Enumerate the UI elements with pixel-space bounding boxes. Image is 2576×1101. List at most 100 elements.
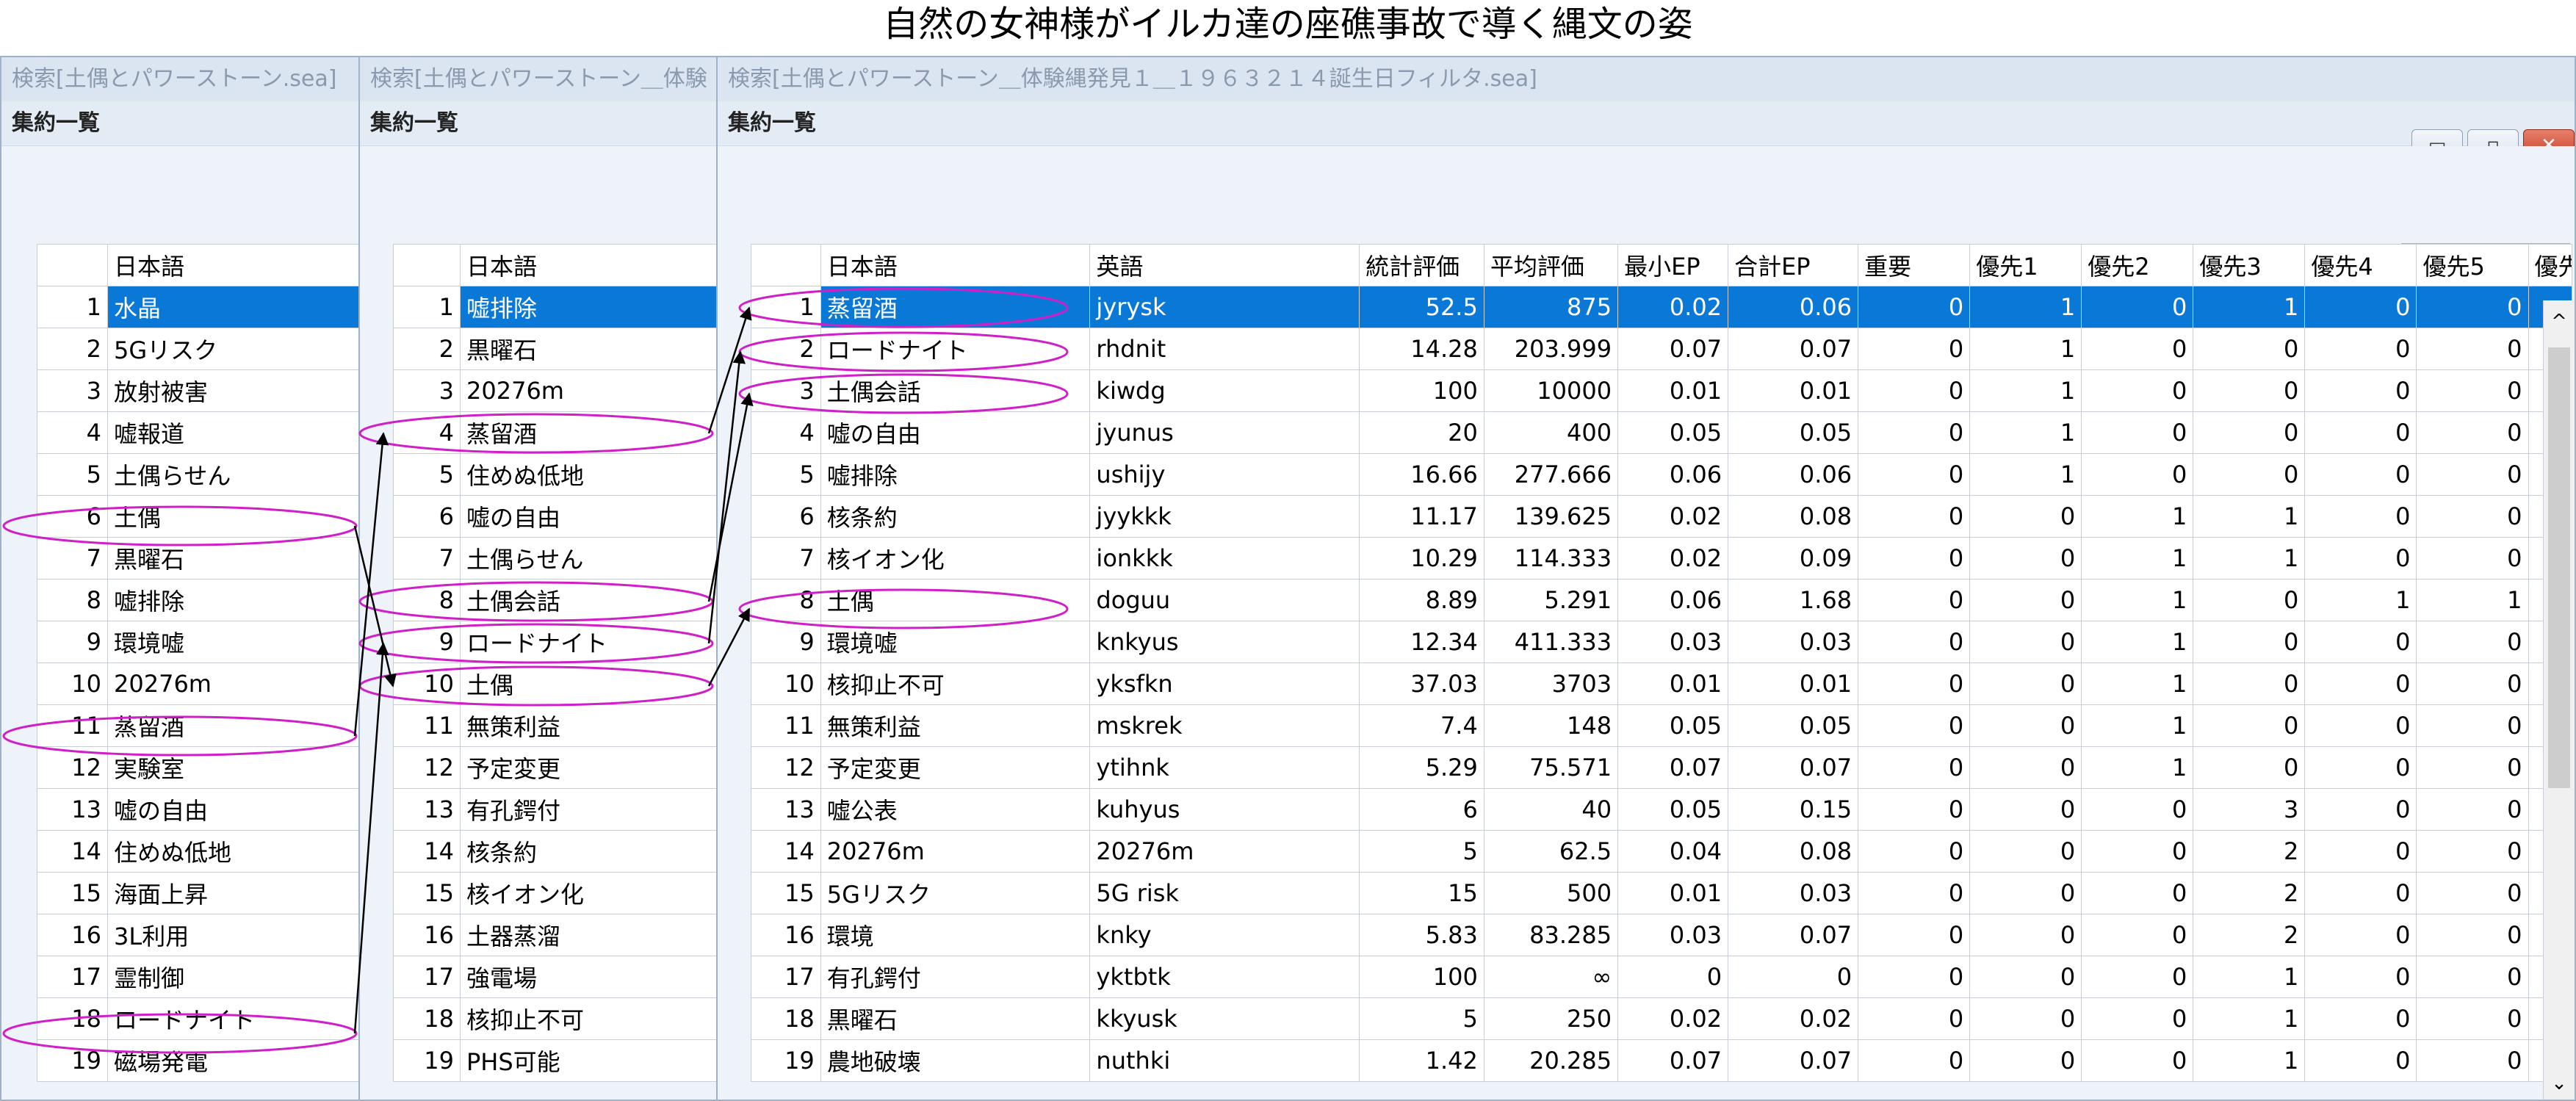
cell-japanese[interactable]: ロードナイト [460,621,717,663]
table-cell[interactable]: 0 [2081,328,2194,370]
scrollbar-thumb[interactable] [2548,347,2570,788]
table-cell[interactable]: 0 [1969,621,2082,663]
table-cell[interactable]: 0 [2416,537,2529,580]
table-row[interactable]: 14 住めぬ低地 [37,830,358,873]
table-cell[interactable]: 0 [2193,411,2306,454]
table-cell[interactable]: 8.89 [1359,579,1484,621]
table-cell[interactable]: ∞ [1483,956,1619,998]
table-cell[interactable]: 0 [1969,663,2082,705]
cell-japanese[interactable]: 住めぬ低地 [460,453,717,496]
table-cell[interactable]: 1 [2081,746,2194,789]
table-row[interactable]: 10 核抑止不可 yksfkn 37.03 3703 0.01 0.01 0 0 1 0 0 0 [751,663,2573,705]
table-cell[interactable]: 核条約 [820,495,1091,538]
table-row[interactable]: 16 土器蒸溜 [393,914,717,956]
table-cell[interactable]: 11.17 [1359,495,1484,538]
table-cell[interactable]: 蒸留酒 [820,286,1091,328]
table-cell[interactable]: 0 [1858,1039,1971,1082]
table-cell[interactable]: 0 [2416,663,2529,705]
table-cell[interactable]: 0 [1858,369,1971,412]
table-cell[interactable]: kuhyus [1089,788,1360,831]
table-row[interactable]: 15 核イオン化 [393,872,717,914]
table-cell[interactable]: 1.68 [1728,579,1859,621]
column-header[interactable]: 日本語 [820,244,1091,286]
table-row[interactable]: 13 嘘の自由 [37,788,358,831]
cell-japanese[interactable]: 無策利益 [460,704,717,747]
table-row[interactable]: 17 強電場 [393,956,717,998]
table-cell[interactable]: 20 [1359,411,1484,454]
table-cell[interactable]: 3703 [1483,663,1619,705]
cell-japanese[interactable]: 黒曜石 [107,537,358,580]
table-cell[interactable]: 400 [1483,411,1619,454]
table-cell[interactable]: 0 [1969,579,2082,621]
column-header[interactable]: 優先4 [2304,244,2417,286]
table-cell[interactable]: 0.07 [1617,746,1729,789]
table-cell[interactable]: 0 [2304,453,2417,496]
summary-table[interactable]: 日本語英語統計評価平均評価最小EP合計EP重要優先1優先2優先3優先4優先5優先… [751,244,2573,1082]
table-row[interactable]: 17 霊制御 [37,956,358,998]
table-row[interactable]: 5 嘘排除 ushijy 16.66 277.666 0.06 0.06 0 1 0 0 0 0 [751,453,2573,496]
table-cell[interactable]: 0.03 [1728,621,1859,663]
table-cell[interactable]: 0 [1858,537,1971,580]
table-cell[interactable]: 0.06 [1728,453,1859,496]
table-cell[interactable]: 0 [2416,997,2529,1040]
table-cell[interactable]: 0.07 [1728,746,1859,789]
table-row[interactable]: 2 黒曜石 [393,328,717,370]
table-cell[interactable]: 0 [1858,663,1971,705]
table-cell[interactable]: yksfkn [1089,663,1360,705]
table-cell[interactable]: 0 [1969,914,2082,956]
table-cell[interactable]: 0 [2304,495,2417,538]
table-cell[interactable]: doguu [1089,579,1360,621]
table-row[interactable]: 16 環境 knky 5.83 83.285 0.03 0.07 0 0 0 2 0 0 [751,914,2573,956]
cell-japanese[interactable]: 5Gリスク [107,328,358,370]
summary-table[interactable]: 日本語 1 水晶 2 5Gリスク 3 放射被害 4 嘘報道 5 土偶らせん 6 土偶 7 黒曜石 8 嘘排除 9… [37,244,358,1082]
table-row[interactable]: 13 有孔鍔付 [393,788,717,831]
column-header-japanese[interactable]: 日本語 [107,244,358,286]
table-row[interactable]: 17 有孔鍔付 yktbtk 100 ∞ 0 0 0 0 0 1 0 0 [751,956,2573,998]
cell-japanese[interactable]: 放射被害 [107,369,358,412]
table-cell[interactable]: 0.01 [1617,663,1729,705]
table-cell[interactable]: 5G risk [1089,872,1360,914]
table-row[interactable]: 3 20276m [393,369,717,412]
table-cell[interactable]: 0 [2081,286,2194,328]
cell-japanese[interactable]: 核条約 [460,830,717,873]
table-row[interactable]: 2 5Gリスク [37,328,358,370]
table-cell[interactable]: 0 [2304,286,2417,328]
table-cell[interactable]: 0.06 [1617,579,1729,621]
table-cell[interactable]: 0 [2304,788,2417,831]
table-cell[interactable]: 予定変更 [820,746,1091,789]
table-row[interactable]: 8 土偶 doguu 8.89 5.291 0.06 1.68 0 0 1 0 1 1 [751,579,2573,621]
table-cell[interactable]: ytihnk [1089,746,1360,789]
table-row[interactable]: 18 核抑止不可 [393,997,717,1040]
table-cell[interactable]: 0.02 [1617,537,1729,580]
table-row[interactable]: 14 20276m 20276m 5 62.5 0.04 0.08 0 0 0 2 0 0 [751,830,2573,873]
cell-japanese[interactable]: 強電場 [460,956,717,998]
table-row[interactable]: 11 無策利益 mskrek 7.4 148 0.05 0.05 0 0 1 0 0 0 [751,704,2573,747]
table-row[interactable]: 19 磁場発電 [37,1039,358,1082]
table-cell[interactable]: 411.333 [1483,621,1619,663]
cell-japanese[interactable]: 土偶会話 [460,579,717,621]
table-cell[interactable]: 1 [1969,369,2082,412]
table-cell[interactable]: 1.42 [1359,1039,1484,1082]
table-cell[interactable]: 0 [2081,411,2194,454]
table-cell[interactable]: 1 [2416,579,2529,621]
table-row[interactable]: 4 嘘報道 [37,411,358,454]
table-cell[interactable]: 0 [2416,286,2529,328]
table-cell[interactable]: 5.291 [1483,579,1619,621]
table-row[interactable]: 2 ロードナイト rhdnit 14.28 203.999 0.07 0.07 0 1 0 0 0 0 [751,328,2573,370]
table-cell[interactable]: 1 [2193,997,2306,1040]
table-row[interactable]: 8 土偶会話 [393,579,717,621]
table-cell[interactable]: 0.15 [1728,788,1859,831]
table-cell[interactable]: 0.03 [1617,914,1729,956]
table-cell[interactable]: mskrek [1089,704,1360,747]
table-cell[interactable]: 40 [1483,788,1619,831]
table-cell[interactable]: 62.5 [1483,830,1619,873]
cell-japanese[interactable]: 土偶 [460,663,717,705]
cell-japanese[interactable]: 蒸留酒 [460,411,717,454]
scroll-up-icon[interactable]: ^ [2543,300,2575,343]
table-cell[interactable]: 0.05 [1617,788,1729,831]
table-cell[interactable]: 0.02 [1617,997,1729,1040]
table-cell[interactable]: 0 [2193,621,2306,663]
table-row[interactable]: 12 予定変更 [393,746,717,789]
table-cell[interactable]: 0 [2081,788,2194,831]
table-cell[interactable]: 1 [1969,328,2082,370]
